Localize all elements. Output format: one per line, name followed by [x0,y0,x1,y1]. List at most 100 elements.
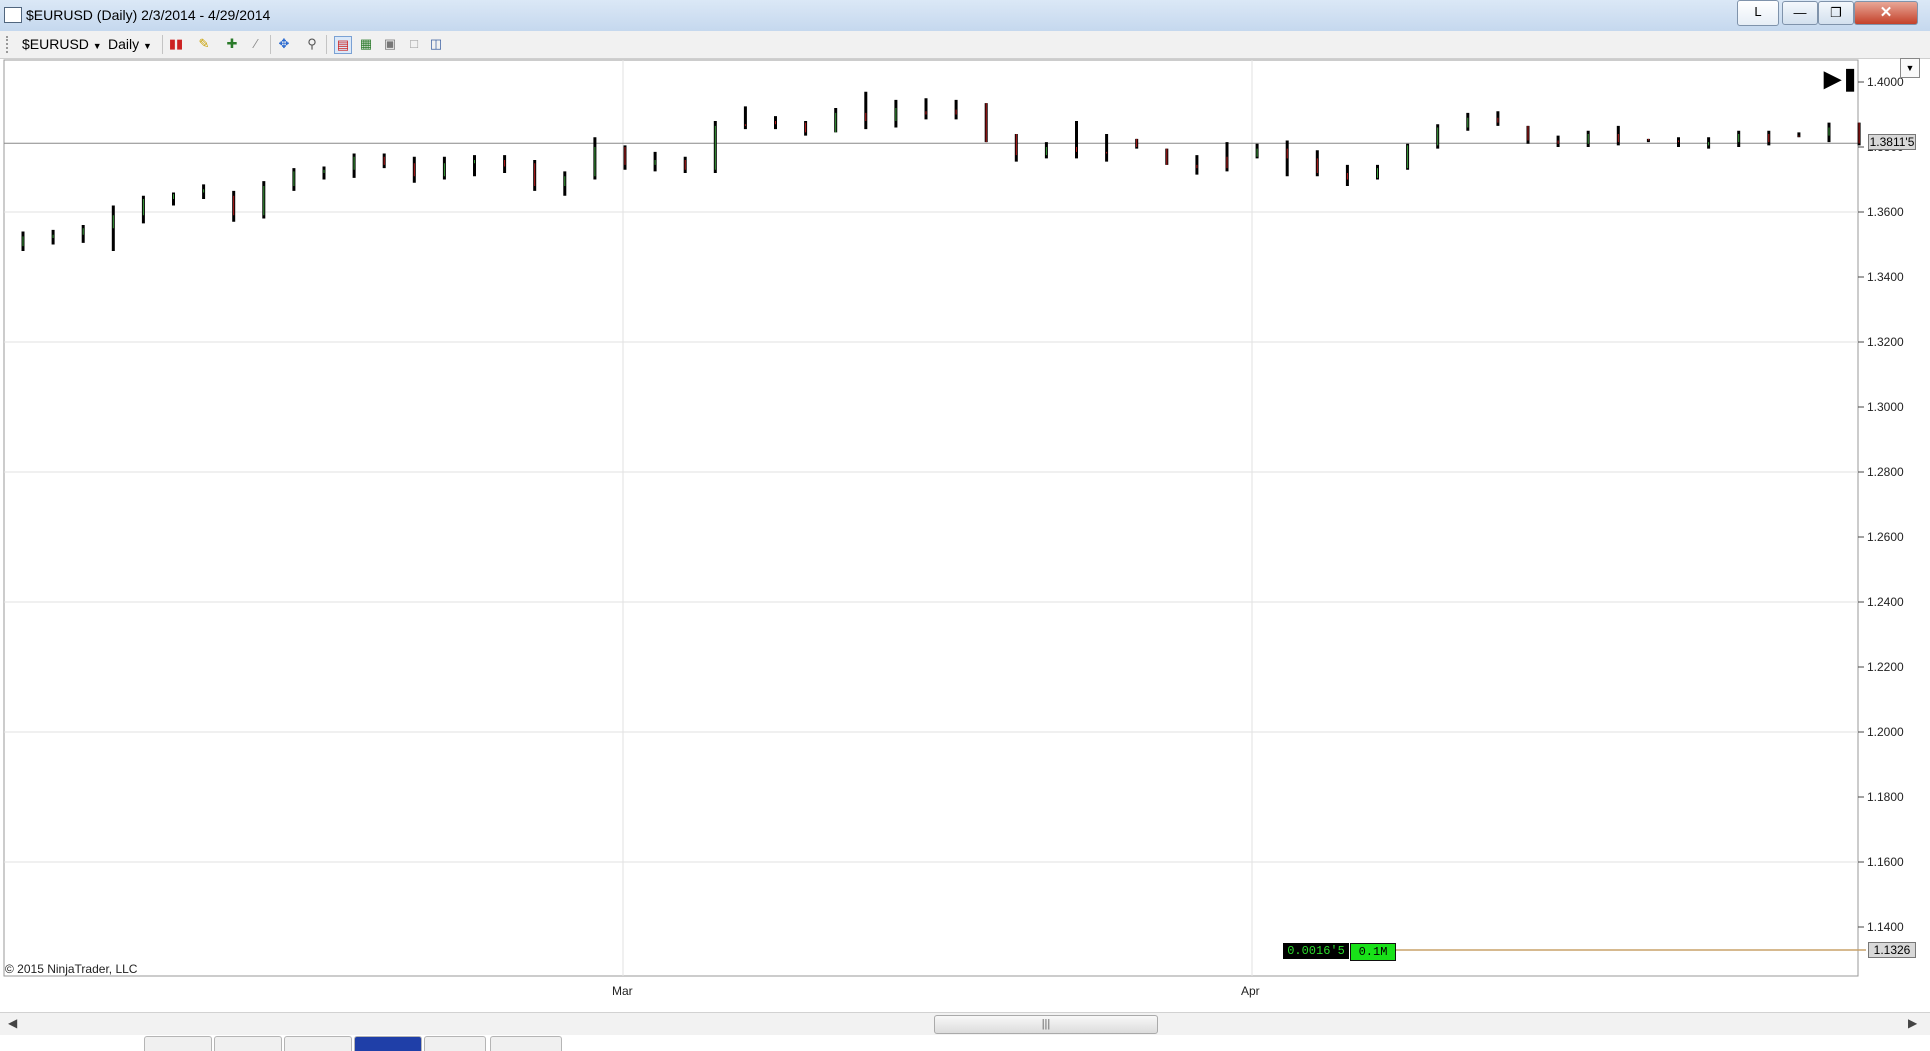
chart-style-icon[interactable]: ▮▮ [168,36,184,52]
copyright-text: © 2015 NinjaTrader, LLC [5,962,138,976]
bar-body [835,112,837,133]
indicators-icon[interactable]: ▦ [358,36,374,52]
panel-icon[interactable]: ◫ [428,36,444,52]
scroll-right-icon[interactable]: ▶ [1908,1016,1917,1030]
zoom-icon[interactable]: ⚲ [304,36,320,52]
bar-range [1105,134,1109,162]
ohlc-bar [473,155,476,177]
ohlc-bar [1797,132,1801,138]
drawing-pencil-icon[interactable]: ✎ [196,36,212,52]
ohlc-bar [1436,124,1440,149]
ohlc-bar [51,229,55,245]
window-tab[interactable] [214,1036,282,1051]
ohlc-bar [713,121,717,173]
ohlc-bar [322,166,326,180]
ohlc-bar [743,106,747,130]
ohlc-bar [623,145,627,170]
ohlc-bar [1616,125,1620,146]
ohlc-bar [1014,134,1018,162]
chevron-down-icon: ▼ [92,41,102,51]
toolbar-grip[interactable] [6,36,10,53]
ohlc-bar [954,99,958,120]
instrument-label: $EURUSD [22,36,89,52]
toolbar-separator [162,35,163,54]
crosshair-icon[interactable]: ✥ [276,36,292,52]
bar-body [1166,148,1168,165]
ohlc-bar [292,168,296,191]
ohlc-bar [141,195,145,224]
bar-body [22,236,24,247]
bar-range [473,155,476,177]
window-tab[interactable] [424,1036,486,1051]
draw-tool-icon[interactable]: ✚ [224,36,240,52]
interval-selector[interactable]: Daily ▼ [108,36,152,52]
bar-body [1015,134,1017,156]
lines-icon[interactable]: ∕ [248,36,264,52]
bar-body [1497,117,1499,123]
bar-range [864,91,868,130]
window-tab[interactable] [490,1036,562,1051]
ohlc-bar [804,121,808,136]
horizontal-scrollbar[interactable]: ◀ ||| ▶ [0,1012,1930,1035]
window-tab[interactable] [284,1036,352,1051]
ohlc-bar [1646,138,1650,143]
ohlc-bar [412,156,416,183]
bar-body [1286,148,1288,159]
ohlc-bar [81,225,85,243]
bar-body [443,163,445,177]
bar-body [142,199,144,216]
y-tick-label: 1.3600 [1867,205,1904,219]
bar-body [1196,164,1198,169]
window-tab[interactable] [144,1036,212,1051]
link-button[interactable]: L [1737,0,1779,26]
go-to-end-icon[interactable]: ▶❚ [1824,66,1859,92]
bar-body [1828,127,1830,136]
ohlc-bar [1075,121,1078,159]
bar-body [323,169,325,173]
ohlc-bar [864,91,868,130]
ohlc-bar [202,184,206,199]
ohlc-bar [262,181,266,219]
scroll-thumb[interactable]: ||| [934,1015,1158,1034]
bar-body [955,109,957,115]
ohlc-bar [1586,130,1590,147]
close-button[interactable]: ✕ [1854,1,1918,25]
bar-body [293,171,295,186]
ohlc-bar [1285,140,1289,177]
volume-units-box: 0.1M [1350,943,1396,961]
title-bar: $EURUSD (Daily) 2/3/2014 - 4/29/2014 L —… [0,0,1930,32]
bar-body [1226,156,1228,169]
ohlc-bar [563,171,567,196]
bar-body [504,160,506,167]
bar-range [1075,121,1078,159]
volume-value-box: 0.0016'5 [1283,943,1349,959]
data-box-icon[interactable]: ▤ [334,36,352,54]
ohlc-bar [1165,148,1169,165]
chart-properties-icon[interactable]: ▣ [382,36,398,52]
minimize-button[interactable]: — [1782,1,1818,25]
window-icon[interactable]: □ [406,36,422,52]
y-tick-label: 1.3200 [1867,335,1904,349]
window-tab-active[interactable] [354,1036,422,1051]
price-chart[interactable]: 1.1400 1.1600 1.1800 1.2000 1.2200 1.2400 1.26… [0,58,1930,1012]
ohlc-bar [1707,137,1711,149]
bar-body [1437,127,1439,146]
ohlc-bar [382,153,386,169]
instrument-selector[interactable]: $EURUSD ▼ [22,36,102,52]
bar-body [1256,148,1258,157]
bar-body [1647,138,1649,141]
y-tick-label: 1.1600 [1867,855,1904,869]
ohlc-bar [593,137,597,180]
bar-body [353,156,355,170]
scroll-left-icon[interactable]: ◀ [8,1016,17,1030]
bar-body [233,195,235,216]
ohlc-bar [232,190,236,222]
toolbar-separator [326,35,327,54]
bar-body [112,215,114,229]
restore-button[interactable]: ❐ [1818,1,1854,25]
ohlc-bar [111,205,115,251]
ohlc-bar [1857,122,1861,146]
window-tab-strip [0,1035,1930,1051]
scale-menu-button[interactable]: ▼ [1900,58,1920,78]
bar-body [1557,140,1559,144]
